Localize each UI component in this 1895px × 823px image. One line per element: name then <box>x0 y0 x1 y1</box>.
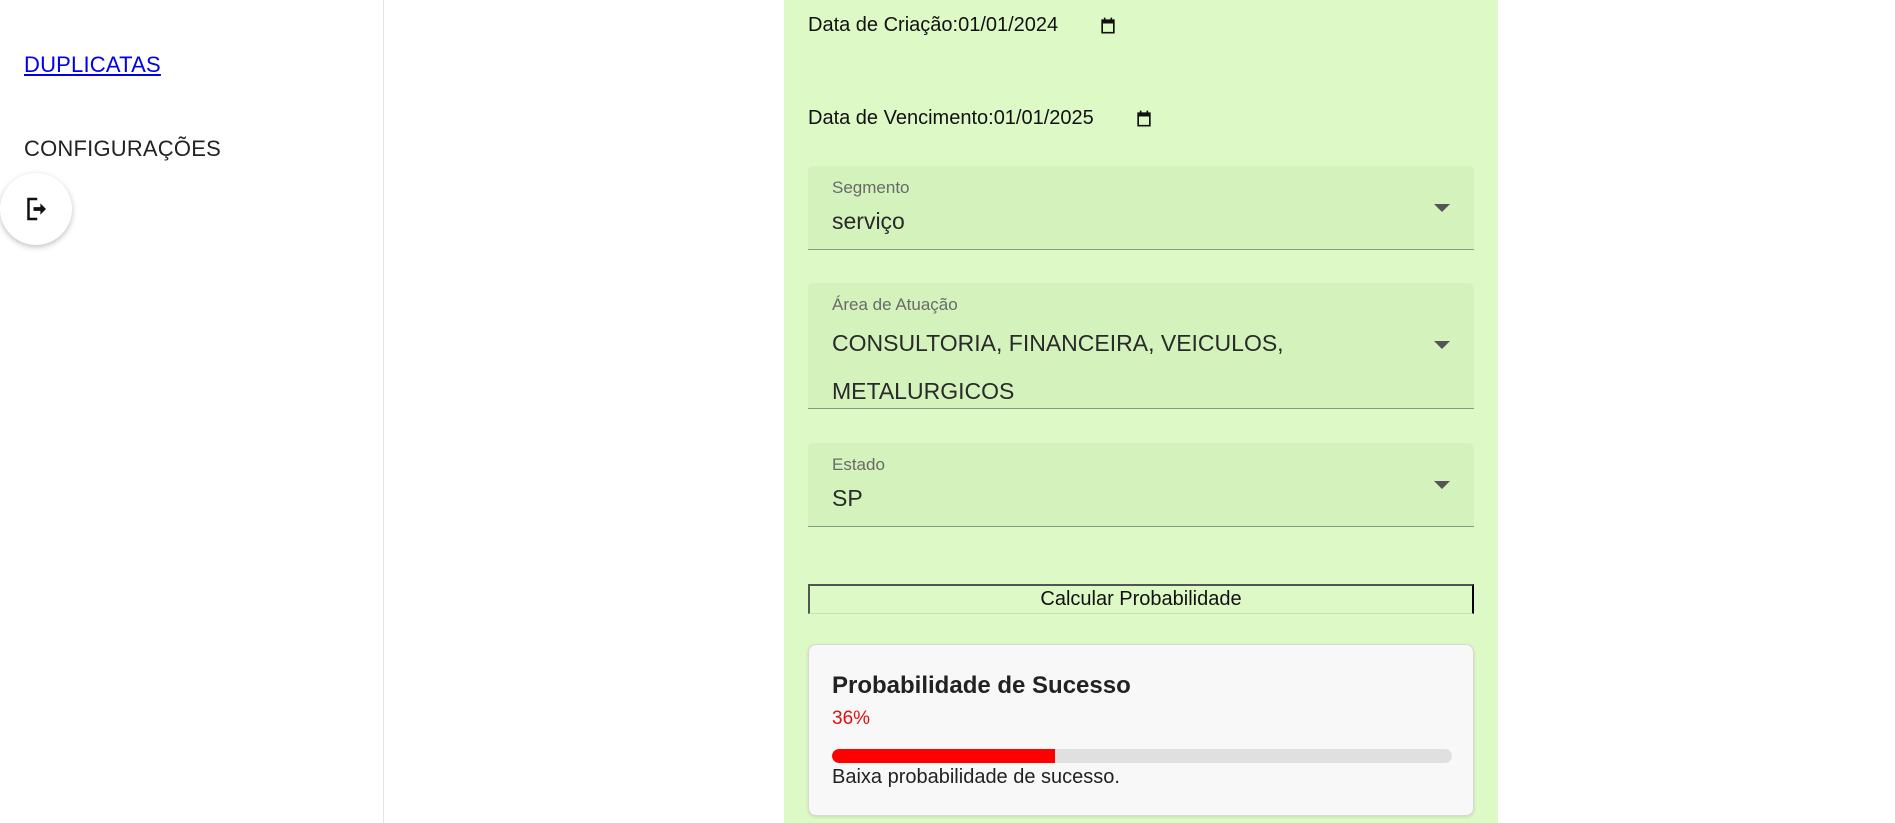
segment-label: Segmento <box>832 178 910 197</box>
segment-select[interactable]: Segmento serviço <box>808 166 1474 250</box>
due-date-field[interactable]: Data de Vencimento: 01/01/2025 <box>808 107 1154 130</box>
area-select[interactable]: Área de Atuação CONSULTORIA, FINANCEIRA,… <box>808 283 1474 409</box>
creation-date-label: Data de Criação: <box>808 14 959 36</box>
result-message: Baixa probabilidade de sucesso. <box>832 766 1120 788</box>
state-select[interactable]: Estado SP <box>808 443 1474 527</box>
probability-progress-bar <box>832 749 1452 763</box>
calendar-icon[interactable] <box>1098 16 1118 36</box>
area-label: Área de Atuação <box>832 295 958 314</box>
probability-progress-fill <box>832 749 1056 763</box>
calendar-icon[interactable] <box>1134 109 1154 129</box>
result-percent: 36% <box>832 708 871 729</box>
sidebar-item-duplicatas[interactable]: DUPLICATAS <box>24 52 161 78</box>
sidebar-item-configuracoes[interactable]: CONFIGURAÇÕES <box>24 136 221 162</box>
state-label: Estado <box>832 455 885 474</box>
dropdown-arrow-icon[interactable] <box>1434 341 1450 349</box>
result-card: Probabilidade de Sucesso 36% Baixa proba… <box>808 644 1474 816</box>
area-value: CONSULTORIA, FINANCEIRA, VEICULOS, METAL… <box>832 330 1284 404</box>
result-title: Probabilidade de Sucesso <box>832 672 1131 699</box>
due-date-value[interactable]: 01/01/2025 <box>994 107 1094 130</box>
due-date-label: Data de Vencimento: <box>808 107 994 129</box>
logout-icon <box>21 194 51 224</box>
sidebar: DUPLICATAS CONFIGURAÇÕES <box>0 0 384 823</box>
dropdown-arrow-icon[interactable] <box>1434 481 1450 489</box>
dropdown-arrow-icon[interactable] <box>1434 204 1450 212</box>
segment-value: serviço <box>832 208 905 234</box>
state-value: SP <box>832 485 863 511</box>
creation-date-value[interactable]: 01/01/2024 <box>958 14 1058 37</box>
creation-date-field[interactable]: Data de Criação: 01/01/2024 <box>808 14 1118 37</box>
calculate-probability-button[interactable]: Calcular Probabilidade <box>808 584 1474 614</box>
form-panel: Data de Criação: 01/01/2024 Data de Venc… <box>784 0 1498 823</box>
logout-button[interactable] <box>0 173 72 245</box>
